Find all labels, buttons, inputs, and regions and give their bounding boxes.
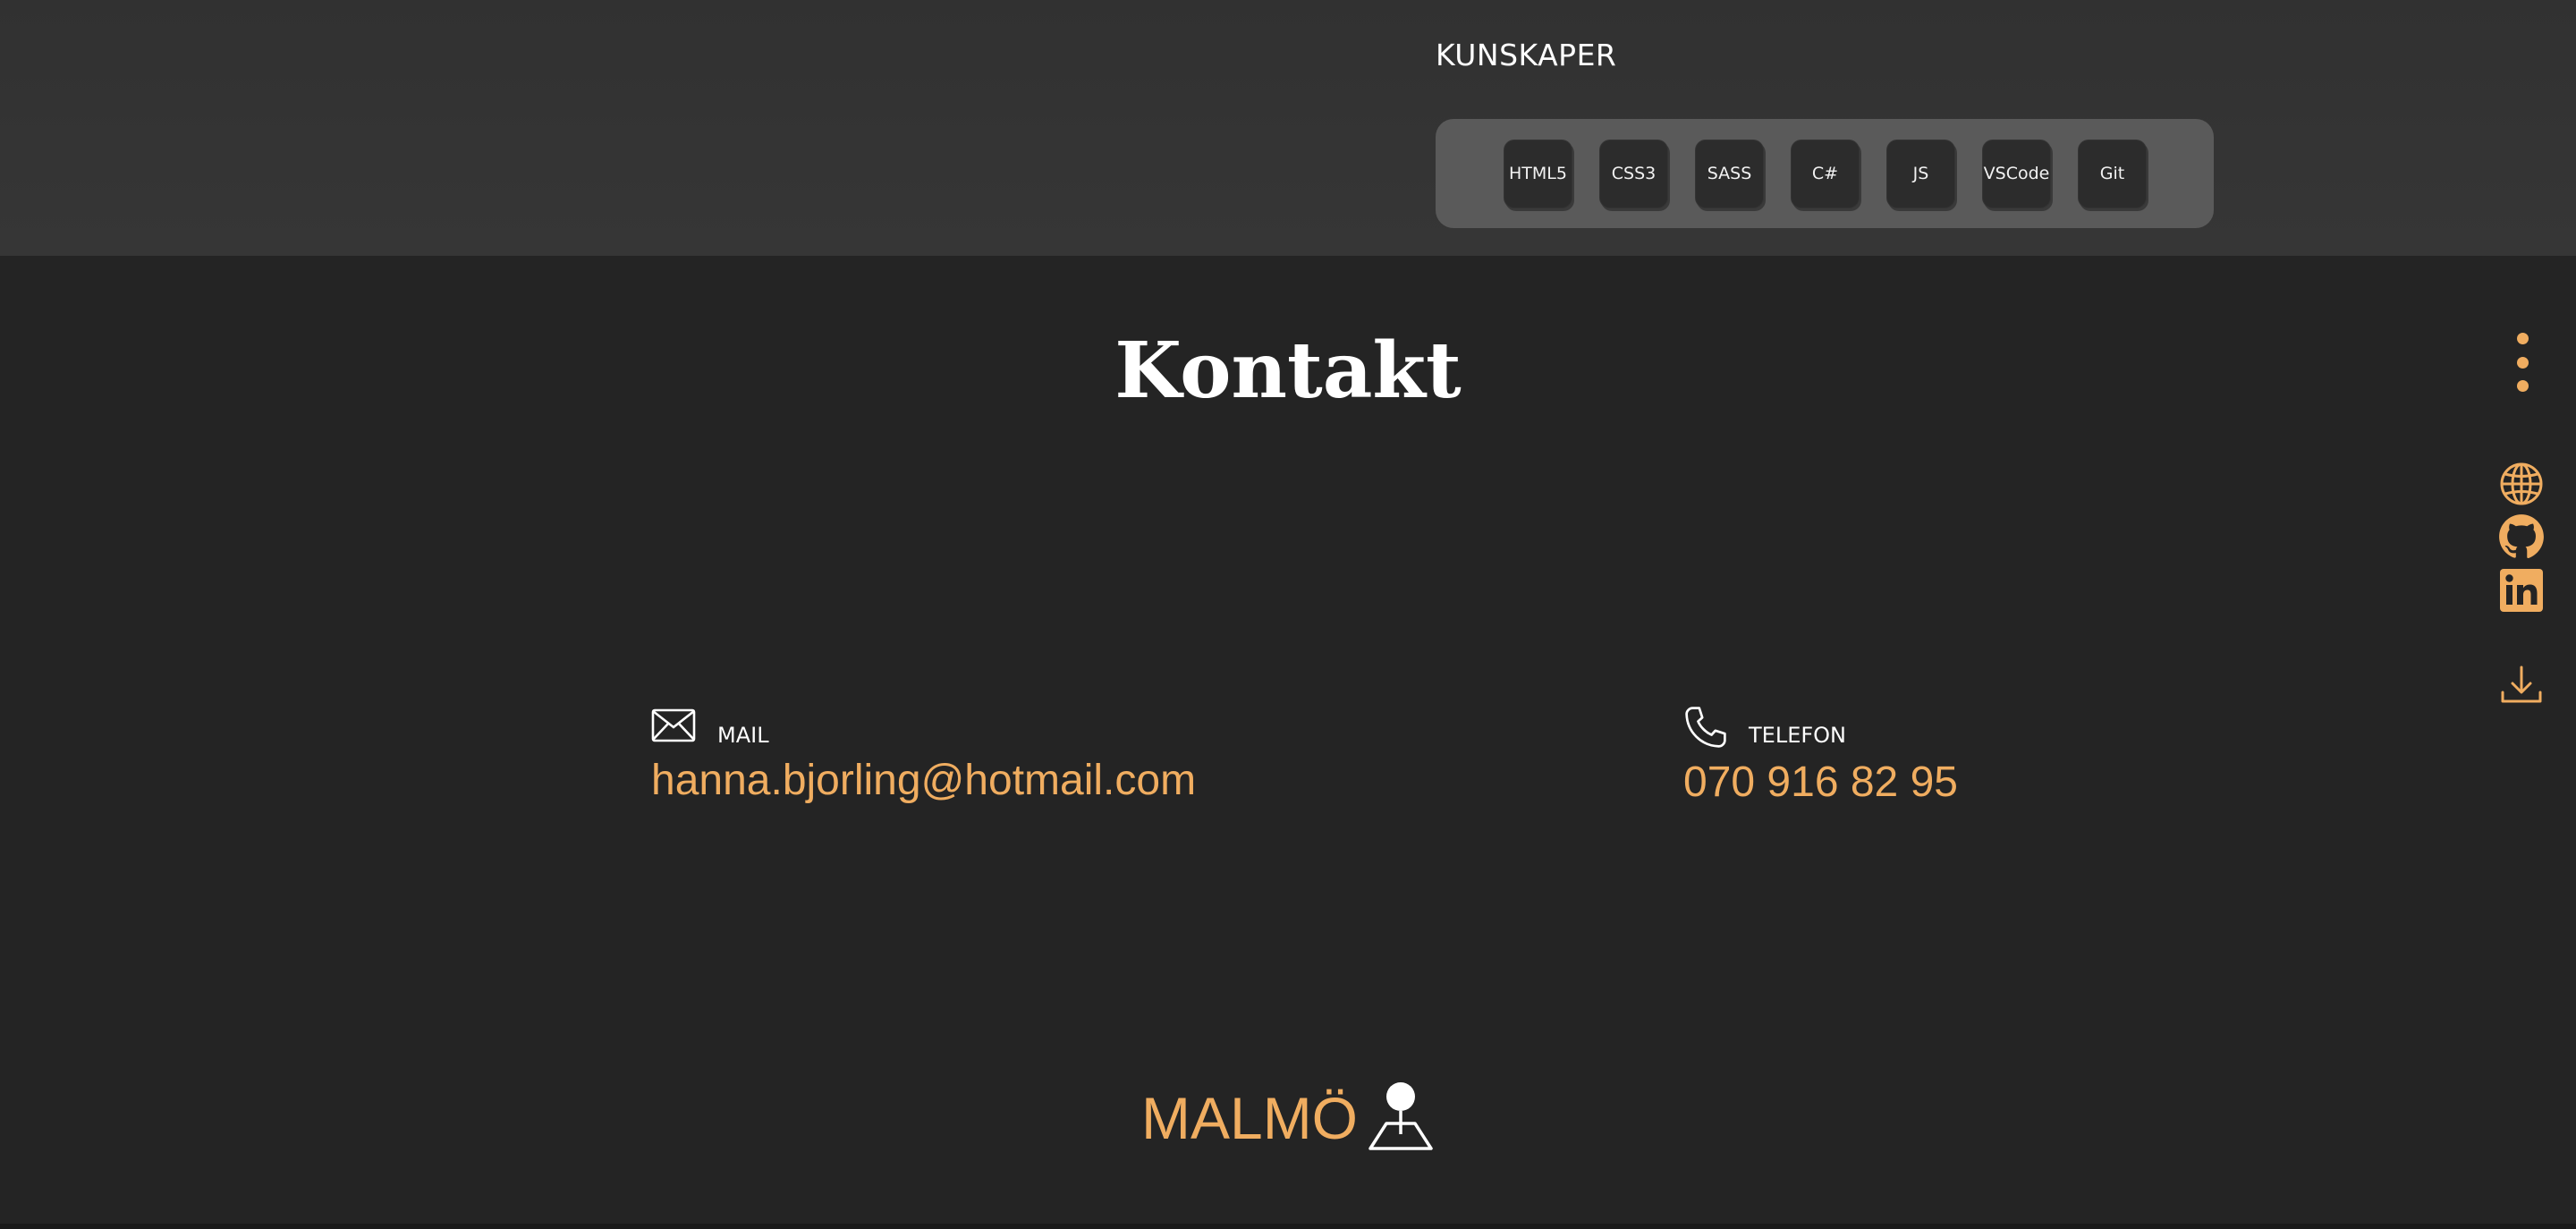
kebab-dot bbox=[2516, 333, 2529, 344]
page-bottom-border bbox=[0, 1224, 2576, 1229]
phone-link[interactable]: 070 916 82 95 bbox=[1683, 751, 1958, 814]
skills-section: KUNSKAPER HTML5 CSS3 SASS C# JS VSCode G… bbox=[0, 0, 2576, 256]
download-icon[interactable] bbox=[2498, 662, 2545, 708]
skill-chip-sass: SASS bbox=[1695, 139, 1764, 208]
skill-chip-csharp: C# bbox=[1791, 139, 1860, 208]
skills-heading: KUNSKAPER bbox=[1436, 38, 1617, 72]
skills-panel: HTML5 CSS3 SASS C# JS VSCode Git bbox=[1436, 119, 2214, 228]
page: KUNSKAPER HTML5 CSS3 SASS C# JS VSCode G… bbox=[0, 0, 2576, 1229]
linkedin-icon[interactable] bbox=[2498, 567, 2545, 614]
skill-chip-vscode: VSCode bbox=[1982, 139, 2051, 208]
contact-title: Kontakt bbox=[1114, 326, 1462, 416]
city-label: MALMÖ bbox=[1141, 1085, 1359, 1151]
skill-chip-css3: CSS3 bbox=[1599, 139, 1668, 208]
skill-chip-js: JS bbox=[1886, 139, 1955, 208]
skill-chip-html5: HTML5 bbox=[1504, 139, 1572, 208]
github-icon[interactable] bbox=[2498, 513, 2545, 560]
envelope-icon bbox=[651, 708, 696, 742]
kebab-dot bbox=[2516, 380, 2529, 392]
mail-label: MAIL bbox=[717, 723, 769, 748]
mail-link[interactable]: hanna.bjorling@hotmail.com bbox=[651, 750, 1196, 812]
kebab-dot bbox=[2516, 356, 2529, 369]
phone-label: TELEFON bbox=[1749, 723, 1847, 748]
skill-chip-git: Git bbox=[2078, 139, 2147, 208]
kebab-menu-icon[interactable] bbox=[2506, 333, 2538, 392]
phone-icon bbox=[1685, 707, 1726, 748]
map-pin-icon bbox=[1368, 1082, 1433, 1150]
globe-icon[interactable] bbox=[2498, 461, 2545, 507]
